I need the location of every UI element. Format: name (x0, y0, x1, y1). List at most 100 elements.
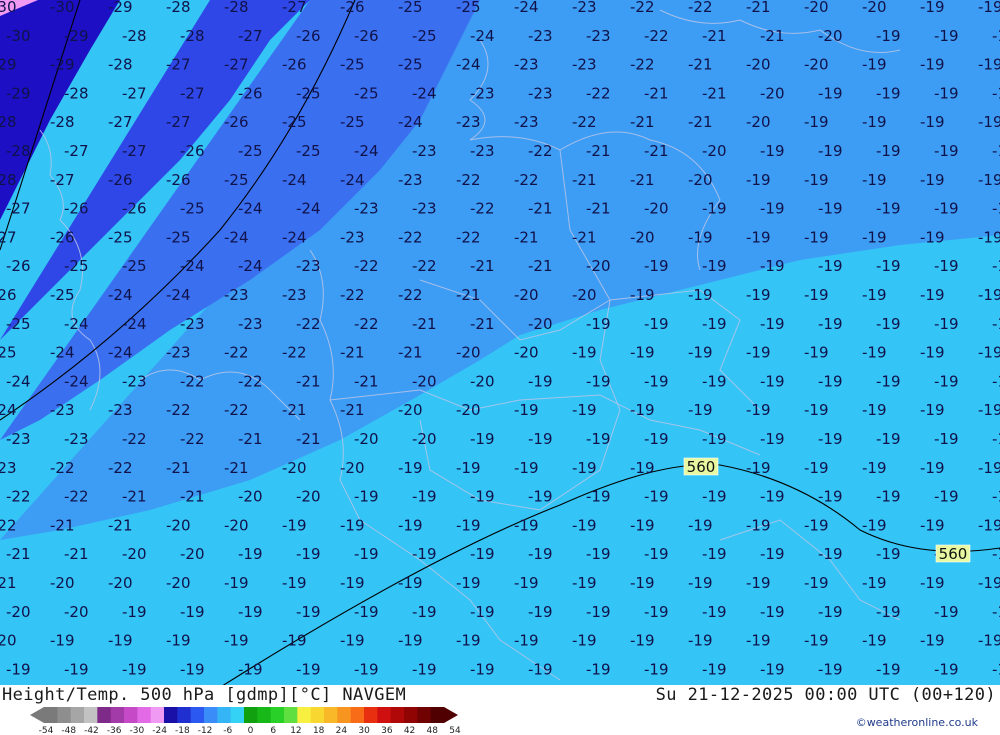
temperature-value: -19 (978, 0, 1000, 16)
colorbar-swatch (204, 707, 218, 723)
temperature-value: -22 (180, 430, 205, 448)
temperature-value: -27 (6, 200, 31, 218)
temperature-value: -29 (0, 56, 17, 74)
temperature-value: -24 (64, 315, 89, 333)
temperature-value: -21 (688, 56, 713, 74)
temperature-value: -19 (688, 516, 713, 534)
temperature-value: -20 (6, 603, 31, 621)
temperature-value: -20 (354, 430, 379, 448)
temperature-value: -19 (934, 84, 959, 102)
temperature-value: -19 (630, 401, 655, 419)
temperature-value: -21 (340, 401, 365, 419)
temperature-value: -19 (340, 574, 365, 592)
temperature-value: -20 (180, 545, 205, 563)
temperature-value: -19 (876, 430, 901, 448)
temperature-value: -20 (644, 200, 669, 218)
temperature-value: -19 (644, 660, 669, 678)
temperature-value: -22 (514, 171, 539, 189)
colorbar-swatch (377, 707, 392, 723)
temperature-value: -21 (340, 344, 365, 362)
temperature-value: -19 (992, 545, 1000, 563)
temperature-value: -19 (920, 0, 945, 16)
temperature-value: -19 (920, 228, 945, 246)
temperature-value: -19 (876, 142, 901, 160)
temperature-value: -20 (514, 344, 539, 362)
color-legend (30, 707, 458, 723)
temperature-value: -28 (0, 171, 17, 189)
temperature-value: -19 (876, 660, 901, 678)
temperature-value: -24 (470, 27, 495, 45)
temperature-value: -19 (180, 660, 205, 678)
temperature-value: -19 (412, 488, 437, 506)
temperature-value: -24 (64, 372, 89, 390)
temperature-value: -19 (528, 488, 553, 506)
temperature-value: -26 (122, 200, 147, 218)
colorbar-swatch (364, 707, 378, 723)
temperature-value: -19 (862, 401, 887, 419)
credit-link[interactable]: ©weatheronline.co.uk (856, 716, 978, 729)
temperature-value: -23 (166, 344, 191, 362)
colorbar-swatch (404, 707, 418, 723)
temperature-value: -19 (920, 344, 945, 362)
temperature-value: -23 (0, 459, 17, 477)
temperature-value: -19 (978, 401, 1000, 419)
temperature-value: -19 (630, 516, 655, 534)
temperature-value: -19 (746, 632, 771, 650)
temperature-value: -19 (818, 142, 843, 160)
temperature-value: -22 (644, 27, 669, 45)
temperature-value: -19 (992, 660, 1000, 678)
colorbar-tick: -42 (84, 726, 99, 735)
temperature-value: -19 (572, 401, 597, 419)
colorbar-tick: 42 (404, 726, 415, 735)
temperature-value: -22 (0, 516, 17, 534)
colorbar-tick: 30 (358, 726, 370, 735)
temperature-value: -19 (920, 632, 945, 650)
temperature-value: -28 (6, 142, 31, 160)
temperature-value: -19 (978, 574, 1000, 592)
colorbar-tick: -30 (130, 726, 145, 735)
temperature-value: -20 (122, 545, 147, 563)
temperature-value: -19 (470, 545, 495, 563)
temperature-value: -21 (108, 516, 133, 534)
temperature-value: -28 (180, 27, 205, 45)
colorbar-swatch (324, 707, 338, 723)
temperature-value: -22 (180, 372, 205, 390)
temperature-value: -21 (456, 286, 481, 304)
colorbar-swatch (230, 707, 245, 723)
contour-label-text: 560 (687, 458, 716, 476)
colorbar-tick: -24 (152, 726, 167, 735)
temperature-value: -25 (296, 142, 321, 160)
temperature-value: -24 (456, 56, 481, 74)
temperature-value: -24 (514, 0, 539, 16)
temperature-value: -22 (64, 488, 89, 506)
temperature-value: -30 (50, 0, 75, 16)
temperature-value: -19 (702, 315, 727, 333)
colorbar-swatch (297, 707, 312, 723)
temperature-value: -21 (572, 228, 597, 246)
temperature-value: -21 (224, 459, 249, 477)
temperature-value: -19 (978, 286, 1000, 304)
temperature-value: -19 (818, 545, 843, 563)
temperature-value: -24 (412, 84, 437, 102)
temperature-value: -19 (992, 142, 1000, 160)
temperature-value: -19 (630, 459, 655, 477)
temperature-value: -22 (630, 56, 655, 74)
temperature-value: -19 (818, 257, 843, 275)
temperature-value: -26 (296, 27, 321, 45)
temperature-value: -23 (586, 27, 611, 45)
temperature-value: -19 (528, 603, 553, 621)
temperature-value: -22 (224, 401, 249, 419)
temperature-value: -22 (340, 286, 365, 304)
temperature-value: -19 (688, 286, 713, 304)
temperature-value: -19 (282, 516, 307, 534)
temperature-value: -19 (702, 200, 727, 218)
temperature-value: -23 (64, 430, 89, 448)
temperature-value: -25 (166, 228, 191, 246)
temperature-value: -19 (282, 632, 307, 650)
temperature-value: -19 (978, 632, 1000, 650)
temperature-value: -27 (166, 113, 191, 131)
temperature-value: -19 (572, 459, 597, 477)
temperature-value: -20 (166, 574, 191, 592)
temperature-value: -19 (746, 171, 771, 189)
temperature-value: -19 (862, 228, 887, 246)
